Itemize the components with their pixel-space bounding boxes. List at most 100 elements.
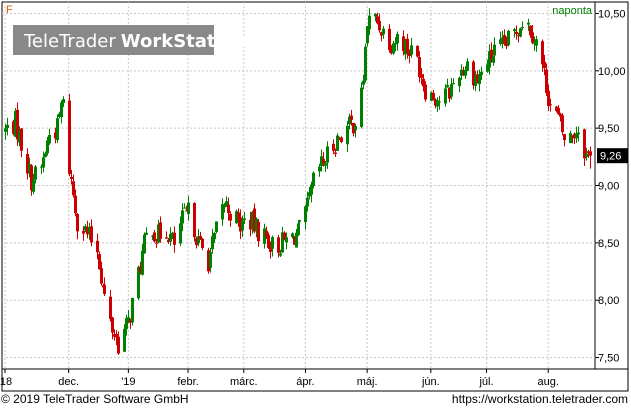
candle-body — [420, 74, 423, 79]
candle-up — [507, 29, 510, 47]
candle-body — [183, 207, 186, 209]
candle-body — [340, 137, 343, 142]
candle-body — [334, 152, 337, 154]
candle-body — [215, 221, 218, 232]
candle-body — [123, 328, 126, 352]
price-tick-label: 9,50 — [598, 123, 619, 135]
candle-body — [362, 80, 365, 85]
candle-body — [6, 124, 9, 129]
candle-body — [577, 132, 580, 135]
candle-body — [547, 90, 550, 107]
candle-body — [193, 203, 196, 238]
candle-body — [310, 184, 313, 195]
candle-body — [382, 28, 385, 35]
candle-body — [507, 30, 510, 46]
candle-body — [410, 45, 413, 55]
candle-body — [4, 128, 7, 132]
price-tick-label: 9,00 — [598, 181, 619, 193]
candle-body — [257, 221, 260, 242]
candle-up — [56, 114, 59, 144]
candle-up — [364, 43, 367, 83]
candle-body — [159, 222, 162, 239]
candle-body — [187, 202, 190, 214]
candle-body — [466, 61, 469, 71]
candle-body — [209, 252, 212, 268]
candle-body — [444, 88, 447, 104]
candle-body — [181, 210, 184, 224]
candle-body — [279, 253, 282, 256]
candle-body — [98, 254, 101, 270]
candle-body — [432, 93, 435, 100]
svg-text:TeleTraderWorkStation: TeleTrader WorkStation — [23, 31, 247, 52]
time-tick-label: '18 — [0, 376, 12, 388]
candle-body — [388, 28, 391, 50]
candle-body — [312, 172, 315, 186]
candle-up — [336, 133, 339, 152]
copyright-text: © 2019 TeleTrader Software GmbH — [1, 392, 189, 406]
candle-body — [199, 236, 202, 239]
candle-body — [545, 69, 548, 93]
candle-body — [322, 158, 325, 164]
candle-body — [392, 43, 395, 54]
candle-body — [569, 133, 572, 144]
candle-body — [201, 238, 204, 249]
candle-body — [306, 197, 309, 207]
candle-body — [585, 153, 588, 157]
price-tick-label: 8,00 — [598, 295, 619, 307]
candle-body — [416, 45, 419, 57]
candle-up — [360, 82, 363, 129]
candle-body — [557, 108, 560, 114]
time-tick-label: aug. — [538, 376, 559, 388]
symbol-label: F — [6, 4, 13, 16]
candle-body — [450, 84, 453, 97]
candle-body — [32, 180, 35, 192]
watermark: TeleTrader WorkStation — [13, 25, 247, 55]
candle-body — [364, 46, 367, 81]
candle-body — [56, 118, 59, 141]
candle-body — [109, 296, 112, 319]
interval-label[interactable]: naponta — [552, 5, 593, 17]
candle-body — [70, 176, 73, 180]
candle-body — [111, 317, 114, 333]
chart-root: 10,50 10,00 9,50 9,00 8,50 8,00 7,50 '18 dec. '1… — [0, 0, 631, 408]
candle-body — [62, 99, 65, 103]
candle-body — [20, 128, 23, 151]
candle-body — [48, 134, 51, 144]
candle-body — [223, 204, 226, 208]
candle-body — [424, 84, 427, 100]
candle-body — [155, 242, 158, 244]
candle-body — [271, 237, 274, 249]
last-value-tag: 9,26 — [597, 148, 628, 164]
candle-body — [354, 126, 357, 131]
candle-body — [227, 204, 230, 214]
source-url[interactable]: https://workstation.teletrader.com — [452, 392, 628, 406]
candle-body — [527, 22, 530, 25]
candle-body — [213, 232, 216, 240]
candle-body — [436, 100, 439, 107]
candle-body — [589, 151, 592, 156]
candle-body — [263, 228, 266, 244]
candle-body — [438, 101, 441, 103]
candle-body — [143, 234, 146, 254]
candle-body — [346, 125, 349, 145]
candle-body — [326, 146, 329, 163]
candle-body — [368, 15, 371, 30]
candle-body — [169, 233, 172, 242]
candle-body — [304, 206, 307, 223]
candle-body — [72, 181, 75, 196]
candle-body — [541, 41, 544, 65]
candle-body — [60, 102, 63, 118]
price-tick-label: 7,50 — [598, 353, 619, 365]
watermark-brand: TeleTrader — [23, 31, 116, 52]
candle-body — [350, 115, 353, 120]
candle-body — [452, 83, 455, 85]
candle-body — [42, 157, 45, 168]
candle-up — [519, 27, 522, 38]
candle-body — [131, 297, 134, 323]
candle-body — [460, 69, 463, 76]
candle-body — [44, 153, 47, 157]
candle-body — [324, 163, 327, 166]
candle-body — [535, 39, 538, 46]
candle-body — [141, 250, 144, 275]
candle-body — [96, 240, 99, 253]
